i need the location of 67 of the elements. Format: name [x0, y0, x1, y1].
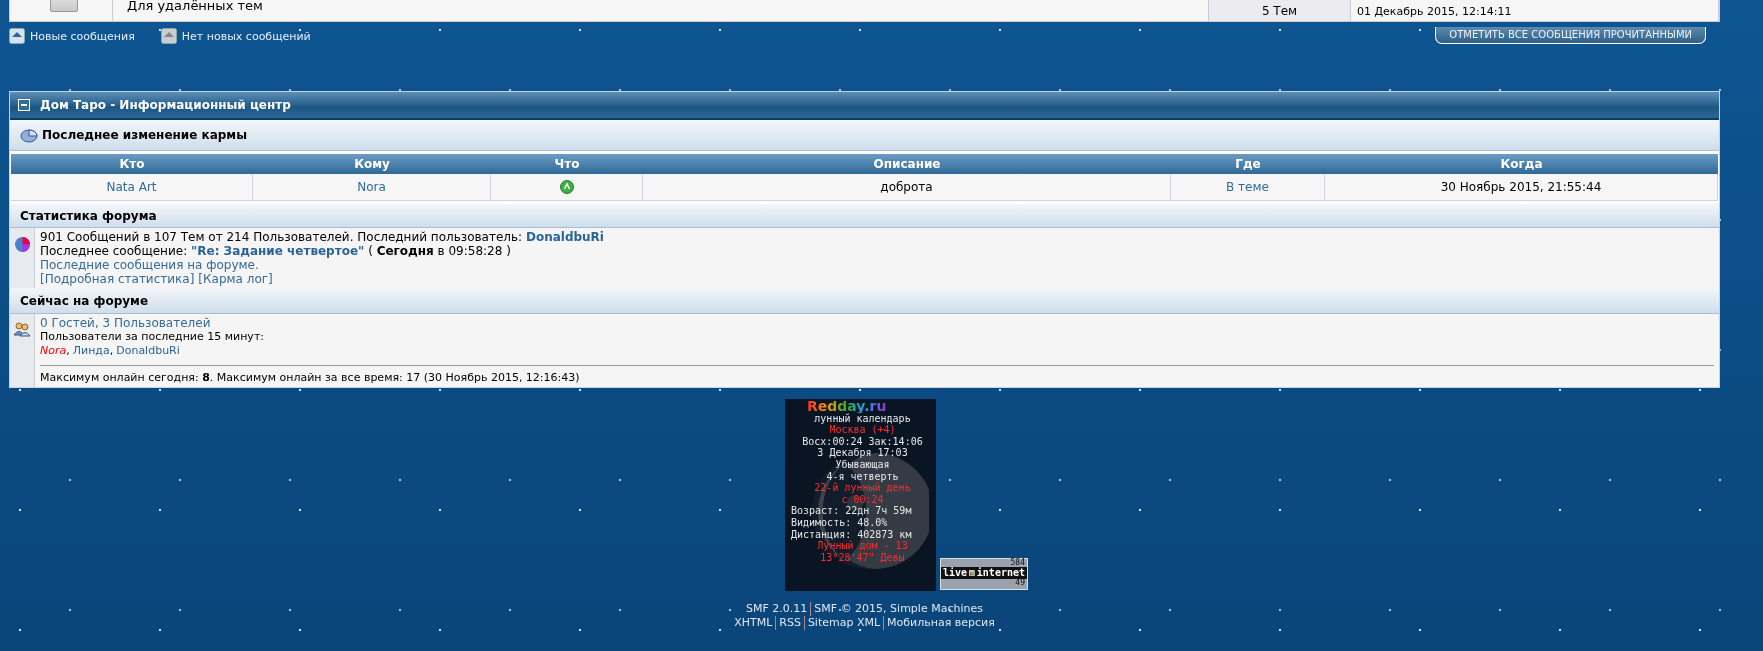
- bar-chart-icon: [969, 568, 975, 578]
- column-header: Кто: [11, 154, 253, 174]
- column-header: Когда: [1325, 154, 1718, 174]
- section-title: Сейчас на форуме: [20, 293, 149, 308]
- legend-label: Новые сообщения: [30, 29, 135, 43]
- member-link[interactable]: Nora: [357, 180, 386, 194]
- moon-info-line: 22-й лунный день: [813, 482, 912, 494]
- category-title: Дом Таро - Информационный центр: [40, 98, 291, 112]
- moon-info-line: Возраст: 22дн 7ч 59м: [791, 505, 913, 517]
- counter-number: 584: [1010, 559, 1026, 567]
- board-description: Для удалённых тем: [126, 0, 263, 12]
- users-icon: [13, 322, 31, 337]
- moon-info-line: Убывающая: [834, 458, 891, 471]
- section-title: Последнее изменение кармы: [42, 128, 248, 142]
- moon-info-line: Лунный дом - 13: [817, 540, 909, 552]
- last-post-line: Последнее сообщение: "Re: Задание четвертое" ( Сегодня в 09:58:28 ): [40, 244, 512, 258]
- counter-word: live: [943, 569, 968, 577]
- footer-link[interactable]: XHTML: [731, 616, 776, 630]
- moon-info-line: 4-я четверть: [826, 470, 900, 483]
- stats-link[interactable]: [Подробная статистика]: [40, 272, 195, 286]
- online-caption: Пользователи за последние 15 минут:: [40, 330, 265, 344]
- stats-link[interactable]: [Карма лог]: [198, 272, 273, 286]
- moon-info-line: Восх:00:24 Зак:14:06: [801, 435, 924, 448]
- mark-read-button[interactable]: ОТМЕТИТЬ ВСЕ СООБЩЕНИЯ ПРОЧИТАННЫМИ: [1435, 27, 1706, 44]
- pie-chart-icon: [13, 236, 31, 253]
- topic-count: 5 Тем: [1260, 5, 1299, 18]
- moon-info-line: 3 Декабря 17:03: [816, 447, 909, 459]
- karma-up-icon: [559, 180, 574, 194]
- moon-info-line: Дистанция: 402873 км: [791, 528, 913, 541]
- separator-comma: ,: [109, 344, 114, 358]
- footer-link[interactable]: SMF © 2015, Simple Machines: [810, 602, 986, 616]
- section-title: Статистика форума: [20, 208, 157, 223]
- new-posts-icon: [9, 28, 25, 44]
- max-online-line: Максимум онлайн сегодня: 8. Максимум онлайн за все время: 17 (30 Ноябрь 2015, 12:16:43): [40, 371, 581, 385]
- widget-subtitle: лунный календарь: [814, 412, 912, 425]
- collapse-icon[interactable]: [18, 99, 30, 111]
- moon-info-line: 13°28'47" Девы: [819, 551, 906, 564]
- column-header: Кому: [253, 154, 491, 174]
- recent-posts-link[interactable]: Последние сообщения на форуме.: [40, 258, 259, 272]
- counter-word: internet: [976, 569, 1025, 577]
- pie-chart-icon: [20, 127, 38, 143]
- footer-link[interactable]: Sitemap XML: [803, 616, 884, 630]
- member-link[interactable]: DonaldbuRi: [116, 344, 180, 358]
- separator-comma: ,: [66, 344, 70, 358]
- topic-link[interactable]: "Re: Задание четвертое": [191, 244, 365, 258]
- last-post-date: 01 Декабрь 2015, 12:14:11: [1356, 5, 1512, 18]
- member-link[interactable]: Nata Art: [106, 180, 157, 194]
- site-logo: Redday.ru: [807, 401, 887, 413]
- table-cell: доброта: [643, 174, 1171, 201]
- moon-info-line: Москва (+4): [828, 424, 897, 436]
- member-link[interactable]: DonaldbuRi: [525, 230, 604, 244]
- footer-link[interactable]: RSS: [775, 616, 804, 630]
- footer-link[interactable]: Мобильная версия: [883, 616, 998, 630]
- no-new-posts-icon: [160, 28, 177, 44]
- table-cell: 30 Ноябрь 2015, 21:55:44: [1325, 174, 1718, 201]
- legend-label: Нет новых сообщений: [181, 29, 311, 43]
- moon-info-line: Видимость: 48.0%: [791, 516, 889, 529]
- column-header: Где: [1171, 154, 1325, 174]
- footer-link[interactable]: SMF 2.0.11: [743, 602, 811, 616]
- moon-calendar-widget[interactable]: [785, 399, 936, 591]
- moon-info-line: с 00:24: [840, 493, 885, 506]
- online-count-link[interactable]: 0 Гостей, 3 Пользователей: [40, 316, 211, 330]
- member-link[interactable]: Линда: [72, 344, 110, 358]
- stats-summary: 901 Сообщений в 107 Тем от 214 Пользователей. Последний пользователь: DonaldbuRi: [40, 230, 605, 244]
- column-header: Что: [491, 154, 643, 174]
- topic-link[interactable]: В теме: [1226, 180, 1269, 194]
- column-header: Описание: [643, 154, 1171, 174]
